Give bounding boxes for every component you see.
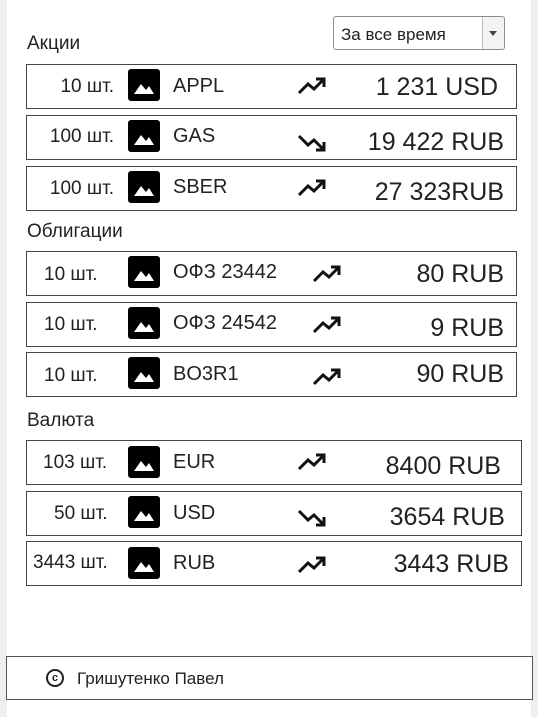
asset-quantity: 3443 шт. [33,552,108,573]
asset-value: 1 231 USD [375,73,498,101]
asset-value: 80 RUB [416,260,504,288]
asset-value: 9 RUB [430,314,504,342]
trending-down-icon [297,134,326,152]
copyright-icon: c [46,669,64,687]
asset-value: 27 323RUB [374,178,504,206]
asset-row[interactable]: 10 шт. ОФЗ 24542 9 RUB [26,302,517,347]
trending-up-icon [297,77,326,95]
asset-row[interactable]: 10 шт. ОФЗ 23442 80 RUB [26,251,517,296]
image-icon [128,171,160,203]
trending-up-icon [297,556,326,574]
image-icon [128,357,160,389]
asset-quantity: 10 шт. [44,264,98,285]
trending-up-icon [297,179,326,197]
footer: c Гришутенко Павел [6,656,533,700]
trending-up-icon [297,453,326,471]
image-icon [128,120,160,152]
image-icon [128,307,160,339]
chevron-down-icon[interactable] [482,17,504,49]
asset-row[interactable]: 10 шт. BO3R1 90 RUB [26,352,517,397]
image-icon [128,446,160,478]
asset-quantity: 10 шт. [44,314,98,335]
trending-up-icon [312,265,341,283]
asset-row[interactable]: 100 шт. SBER 27 323RUB [26,166,517,211]
asset-name: BO3R1 [173,363,239,385]
image-icon [128,496,160,528]
asset-name: APPL [173,75,225,97]
asset-value: 3654 RUB [389,503,505,531]
asset-name: EUR [173,451,216,473]
footer-author: Гришутенко Павел [77,669,224,688]
image-icon [128,69,160,101]
asset-quantity: 10 шт. [44,365,98,386]
asset-name: GAS [173,125,216,147]
asset-quantity: 100 шт. [49,178,114,199]
asset-value: 90 RUB [416,360,504,388]
asset-row[interactable]: 100 шт. GAS 19 422 RUB [26,115,517,160]
asset-row[interactable]: 10 шт. APPL 1 231 USD [26,64,517,109]
trending-up-icon [312,368,341,386]
asset-row[interactable]: 50 шт. USD 3654 RUB [26,491,522,536]
asset-quantity: 100 шт. [49,126,114,147]
asset-row[interactable]: 103 шт. EUR 8400 RUB [26,440,522,485]
image-icon [128,256,160,288]
asset-quantity: 103 шт. [43,452,108,473]
asset-row[interactable]: 3443 шт. RUB 3443 RUB [26,541,522,586]
asset-name: RUB [173,552,216,574]
asset-name: ОФЗ 24542 [173,312,278,334]
section-title-currency: Валюта [27,410,95,431]
asset-value: 8400 RUB [385,452,501,480]
asset-value: 3443 RUB [393,550,509,578]
trending-down-icon [297,509,326,527]
asset-name: USD [173,502,216,524]
section-title-bonds: Облигации [27,221,123,242]
asset-quantity: 50 шт. [54,503,108,524]
asset-name: ОФЗ 23442 [173,261,278,283]
period-select[interactable]: За все время [333,16,505,50]
section-title-stocks: Акции [27,33,81,54]
trending-up-icon [312,316,341,334]
asset-value: 19 422 RUB [367,128,504,156]
asset-quantity: 10 шт. [60,76,114,97]
period-select-value: За все время [341,25,446,44]
image-icon [128,547,160,579]
asset-name: SBER [173,176,228,198]
